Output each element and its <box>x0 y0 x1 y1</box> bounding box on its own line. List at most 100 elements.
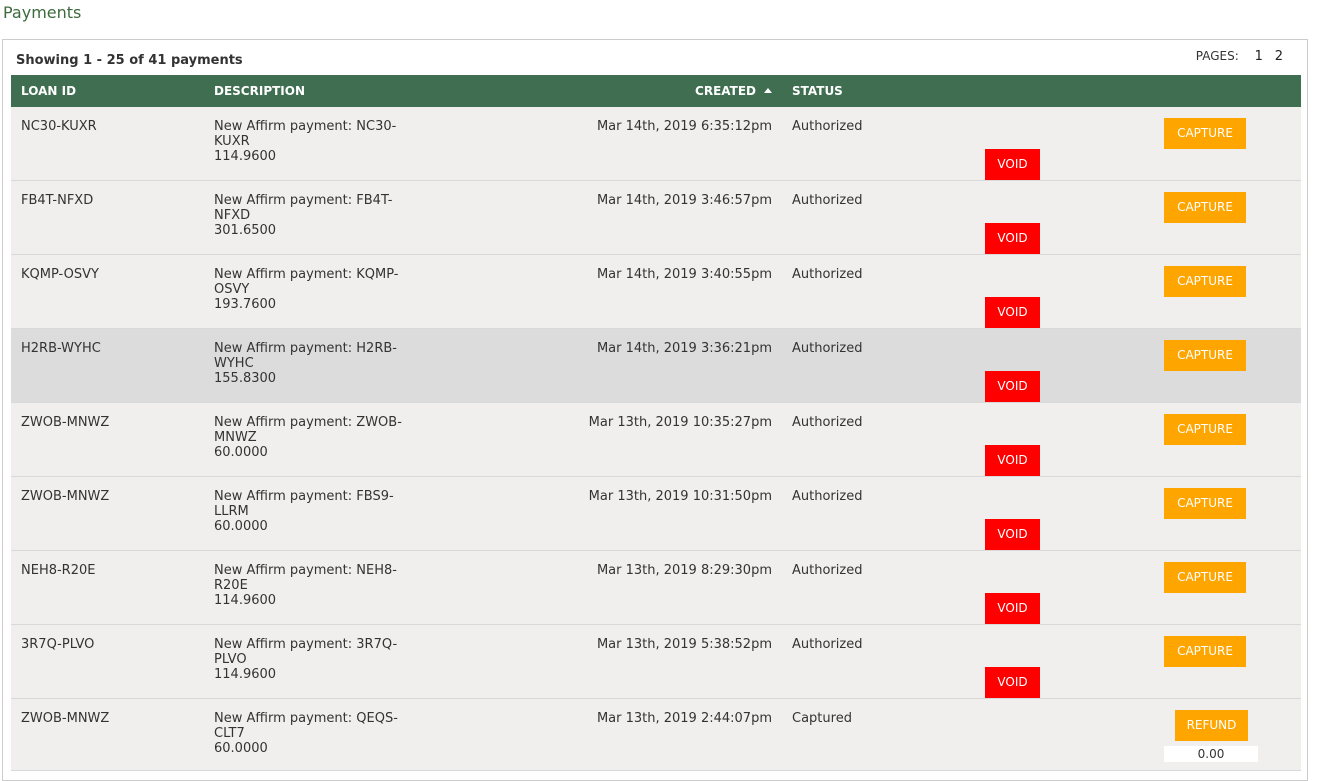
void-button[interactable]: VOID <box>985 371 1040 402</box>
page-link-1[interactable]: 1 <box>1255 49 1263 64</box>
capture-button[interactable]: CAPTURE <box>1164 266 1246 297</box>
description-amount: 301.6500 <box>214 223 277 238</box>
refund-button[interactable]: REFUND <box>1175 710 1248 741</box>
void-button[interactable]: VOID <box>985 593 1040 624</box>
description-text: New Affirm payment: NC30-KUXR <box>214 119 397 149</box>
description-amount: 114.9600 <box>214 149 277 164</box>
capture-button[interactable]: CAPTURE <box>1164 488 1246 519</box>
actions-cell: CAPTURE VOID <box>968 403 1301 477</box>
description-cell: New Affirm payment: FBS9-LLRM 60.0000 <box>204 477 434 551</box>
created-cell: Mar 13th, 2019 10:31:50pm <box>588 489 772 504</box>
table-row[interactable]: ZWOB-MNWZ New Affirm payment: FBS9-LLRM 60… <box>11 476 1301 551</box>
created-cell: Mar 14th, 2019 3:40:55pm <box>596 267 772 282</box>
description-cell: New Affirm payment: H2RB-WYHC 155.8300 <box>204 329 434 403</box>
capture-button[interactable]: CAPTURE <box>1164 414 1246 445</box>
description-text: New Affirm payment: KQMP-OSVY <box>214 267 399 297</box>
description-cell: New Affirm payment: KQMP-OSVY 193.7600 <box>204 255 434 329</box>
description-cell: New Affirm payment: NC30-KUXR 114.9600 <box>204 107 434 181</box>
void-button[interactable]: VOID <box>985 519 1040 550</box>
description-cell: New Affirm payment: NEH8-R20E 114.9600 <box>204 551 434 625</box>
pagination: PAGES: 1 2 <box>1196 49 1287 64</box>
void-button[interactable]: VOID <box>985 445 1040 476</box>
description-text: New Affirm payment: FB4T-NFXD <box>214 193 393 223</box>
capture-button[interactable]: CAPTURE <box>1164 562 1246 593</box>
created-cell: Mar 13th, 2019 10:35:27pm <box>588 415 772 430</box>
description-text: New Affirm payment: H2RB-WYHC <box>214 341 397 371</box>
description-cell: New Affirm payment: 3R7Q-PLVO 114.9600 <box>204 625 434 699</box>
void-button[interactable]: VOID <box>985 149 1040 180</box>
payments-table: LOAN ID DESCRIPTION CREATED STATUS NC30-… <box>11 75 1301 771</box>
actions-cell: CAPTURE VOID <box>968 329 1301 403</box>
loan-id-cell: NEH8-R20E <box>21 563 96 578</box>
description-amount: 60.0000 <box>214 445 268 460</box>
created-cell: Mar 14th, 2019 3:36:21pm <box>596 341 772 356</box>
description-amount: 155.8300 <box>214 371 277 386</box>
description-cell: New Affirm payment: ZWOB-MNWZ 60.0000 <box>204 403 434 477</box>
actions-cell: CAPTURE VOID <box>968 255 1301 329</box>
void-button[interactable]: VOID <box>985 297 1040 328</box>
status-cell: Authorized <box>792 119 863 134</box>
results-summary: Showing 1 - 25 of 41 payments <box>16 53 243 68</box>
table-row[interactable]: FB4T-NFXD New Affirm payment: FB4T-NFXD 30… <box>11 180 1301 255</box>
description-text: New Affirm payment: NEH8-R20E <box>214 563 397 593</box>
loan-id-cell: H2RB-WYHC <box>21 341 101 356</box>
capture-button[interactable]: CAPTURE <box>1164 118 1246 149</box>
description-text: New Affirm payment: ZWOB-MNWZ <box>214 415 402 445</box>
loan-id-cell: KQMP-OSVY <box>21 267 99 282</box>
column-header-loan-id[interactable]: LOAN ID <box>11 75 204 107</box>
loan-id-cell: FB4T-NFXD <box>21 193 94 208</box>
actions-cell: CAPTURE VOID <box>968 181 1301 255</box>
description-text: New Affirm payment: 3R7Q-PLVO <box>214 637 398 667</box>
capture-button[interactable]: CAPTURE <box>1164 192 1246 223</box>
loan-id-cell: ZWOB-MNWZ <box>21 489 110 504</box>
void-button[interactable]: VOID <box>985 223 1040 254</box>
description-amount: 60.0000 <box>214 741 268 756</box>
actions-cell: CAPTURE VOID <box>968 551 1301 625</box>
created-cell: Mar 13th, 2019 8:29:30pm <box>596 563 772 578</box>
pagination-label: PAGES: <box>1195 49 1239 63</box>
table-row[interactable]: 3R7Q-PLVO New Affirm payment: 3R7Q-PLVO 11… <box>11 624 1301 699</box>
status-cell: Authorized <box>792 563 863 578</box>
description-amount: 114.9600 <box>214 667 277 682</box>
status-cell: Authorized <box>792 193 863 208</box>
sort-ascending-icon <box>764 88 772 93</box>
table-row[interactable]: NC30-KUXR New Affirm payment: NC30-KUXR 11… <box>11 107 1301 181</box>
status-cell: Authorized <box>792 637 863 652</box>
status-cell: Authorized <box>792 415 863 430</box>
created-cell: Mar 14th, 2019 6:35:12pm <box>596 119 772 134</box>
void-button[interactable]: VOID <box>985 667 1040 698</box>
capture-button[interactable]: CAPTURE <box>1164 340 1246 371</box>
table-body: NC30-KUXR New Affirm payment: NC30-KUXR 11… <box>11 107 1301 771</box>
table-row[interactable]: NEH8-R20E New Affirm payment: NEH8-R20E 11… <box>11 550 1301 625</box>
description-amount: 114.9600 <box>214 593 277 608</box>
table-header-row: LOAN ID DESCRIPTION CREATED STATUS <box>11 75 1301 107</box>
description-text: New Affirm payment: FBS9-LLRM <box>214 489 394 519</box>
description-amount: 60.0000 <box>214 519 268 534</box>
description-cell: New Affirm payment: FB4T-NFXD 301.6500 <box>204 181 434 255</box>
loan-id-cell: 3R7Q-PLVO <box>21 637 95 652</box>
column-header-actions <box>968 75 1301 107</box>
actions-cell: CAPTURE VOID <box>968 625 1301 699</box>
created-cell: Mar 13th, 2019 5:38:52pm <box>596 637 772 652</box>
created-cell: Mar 14th, 2019 3:46:57pm <box>596 193 772 208</box>
page-link-2[interactable]: 2 <box>1275 49 1283 64</box>
status-cell: Authorized <box>792 489 863 504</box>
description-amount: 193.7600 <box>214 297 277 312</box>
column-header-description[interactable]: DESCRIPTION <box>204 75 434 107</box>
description-text: New Affirm payment: QEQS-CLT7 <box>214 711 398 741</box>
actions-cell: CAPTURE VOID <box>968 107 1301 181</box>
column-header-created-label: CREATED <box>695 84 756 98</box>
column-header-status[interactable]: STATUS <box>782 75 968 107</box>
actions-cell: CAPTURE VOID <box>968 477 1301 551</box>
payments-panel: Showing 1 - 25 of 41 payments PAGES: 1 2… <box>2 39 1308 781</box>
capture-button[interactable]: CAPTURE <box>1164 636 1246 667</box>
loan-id-cell: NC30-KUXR <box>21 119 97 134</box>
loan-id-cell: ZWOB-MNWZ <box>21 415 110 430</box>
page-title: Payments <box>3 3 82 22</box>
column-header-created[interactable]: CREATED <box>434 75 782 107</box>
table-row[interactable]: KQMP-OSVY New Affirm payment: KQMP-OSVY 19… <box>11 254 1301 329</box>
table-row[interactable]: H2RB-WYHC New Affirm payment: H2RB-WYHC 15… <box>11 328 1301 403</box>
status-cell: Authorized <box>792 267 863 282</box>
table-row[interactable]: ZWOB-MNWZ New Affirm payment: ZWOB-MNWZ 60… <box>11 402 1301 477</box>
status-cell: Authorized <box>792 341 863 356</box>
